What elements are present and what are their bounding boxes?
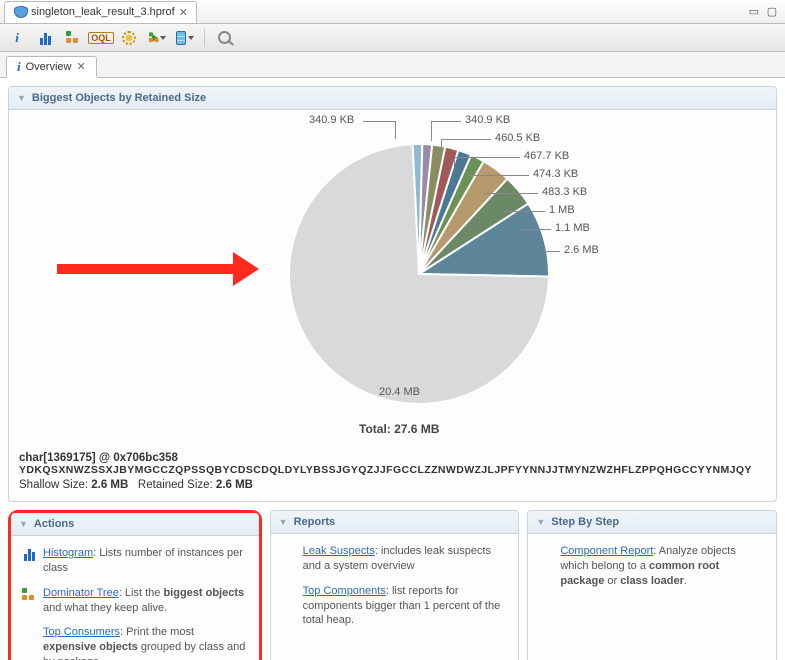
pie-chart[interactable] xyxy=(279,134,559,414)
reports-section: ▼ Reports Leak Suspects: includes leak s… xyxy=(270,510,520,660)
section-header[interactable]: ▼ Biggest Objects by Retained Size xyxy=(9,87,776,110)
section-title: Reports xyxy=(294,516,336,528)
slice-label: 460.5 KB xyxy=(495,132,540,144)
tree-icon xyxy=(21,587,37,603)
section-header[interactable]: ▼ Actions xyxy=(11,513,259,536)
section-header[interactable]: ▼ Reports xyxy=(271,511,519,534)
close-icon[interactable]: ✕ xyxy=(179,6,188,19)
overview-tab[interactable]: i Overview ✕ xyxy=(6,56,97,78)
annotation-arrow xyxy=(57,264,237,274)
dominator-tree-link[interactable]: Dominator Tree xyxy=(43,587,119,599)
info-icon: i xyxy=(17,59,21,75)
gear-icon xyxy=(122,31,136,45)
content-area: ▼ Biggest Objects by Retained Size 340.9… xyxy=(0,78,785,660)
histogram-link[interactable]: Histogram xyxy=(43,547,93,559)
close-icon[interactable]: ✕ xyxy=(76,60,85,73)
biggest-objects-section: ▼ Biggest Objects by Retained Size 340.9… xyxy=(8,86,777,502)
chevron-down-icon xyxy=(188,36,194,40)
search-icon xyxy=(218,31,231,44)
section-title: Step By Step xyxy=(551,516,619,528)
slice-label: 467.7 KB xyxy=(524,150,569,162)
oql-button[interactable]: OQL xyxy=(92,29,110,47)
group-button[interactable] xyxy=(176,29,194,47)
slice-label: 483.3 KB xyxy=(542,186,587,198)
chevron-down-icon: ▼ xyxy=(279,517,288,527)
section-title: Biggest Objects by Retained Size xyxy=(32,92,206,104)
component-report-link[interactable]: Component Report xyxy=(560,545,653,557)
object-value: YDKQSXNWZSSXJBYMGCCZQPSSQBYCDSCDQLDYLYBS… xyxy=(19,464,766,476)
section-title: Actions xyxy=(34,518,74,530)
toolbar-separator xyxy=(204,29,205,47)
heap-dump-icon xyxy=(13,5,27,19)
top-consumers-link[interactable]: Top Consumers xyxy=(43,626,120,638)
bottom-panels: ▼ Actions Histogram: Lists number of ins… xyxy=(8,510,777,660)
slice-label: 474.3 KB xyxy=(533,168,578,180)
retained-size-value: 2.6 MB xyxy=(216,479,253,491)
slice-label: 20.4 MB xyxy=(379,386,420,398)
slice-label: 2.6 MB xyxy=(564,244,599,256)
slice-label: 340.9 KB xyxy=(465,114,510,126)
slice-label: 340.9 KB xyxy=(309,114,354,126)
shallow-size-value: 2.6 MB xyxy=(91,479,128,491)
shallow-size-label: Shallow Size: xyxy=(19,479,88,491)
actions-section: ▼ Actions Histogram: Lists number of ins… xyxy=(8,510,262,660)
pie-chart-area: 340.9 KB 340.9 KB 460.5 KB 467.7 KB 474.… xyxy=(19,114,766,424)
top-components-link[interactable]: Top Components xyxy=(303,585,386,597)
step-by-step-section: ▼ Step By Step Component Report: Analyze… xyxy=(527,510,777,660)
chevron-down-icon: ▼ xyxy=(19,519,28,529)
maximize-icon[interactable]: ▢ xyxy=(765,5,779,19)
histogram-icon xyxy=(24,547,35,561)
toolbar: i OQL xyxy=(0,24,785,52)
retained-size-label: Retained Size: xyxy=(138,479,213,491)
view-tab-bar: i Overview ✕ xyxy=(0,52,785,78)
editor-tab-title: singleton_leak_result_3.hprof xyxy=(31,6,175,18)
overview-tab-label: Overview xyxy=(26,61,72,73)
overview-button[interactable]: i xyxy=(8,29,26,47)
minimize-icon[interactable]: ▭ xyxy=(747,5,761,19)
settings-button[interactable] xyxy=(120,29,138,47)
chevron-down-icon xyxy=(160,36,166,40)
object-id: char[1369175] @ 0x706bc358 xyxy=(19,452,766,464)
object-detail: char[1369175] @ 0x706bc358 YDKQSXNWZSSXJ… xyxy=(19,452,766,491)
chevron-down-icon: ▼ xyxy=(536,517,545,527)
editor-tab[interactable]: singleton_leak_result_3.hprof ✕ xyxy=(4,1,197,23)
editor-tab-bar: singleton_leak_result_3.hprof ✕ ▭ ▢ xyxy=(0,0,785,24)
leak-suspects-link[interactable]: Leak Suspects xyxy=(303,545,375,557)
chevron-down-icon: ▼ xyxy=(17,93,26,103)
section-header[interactable]: ▼ Step By Step xyxy=(528,511,776,534)
slice-label: 1.1 MB xyxy=(555,222,590,234)
search-button[interactable] xyxy=(215,29,233,47)
chart-total: Total: 27.6 MB xyxy=(359,422,439,436)
dominator-tree-button[interactable] xyxy=(64,29,82,47)
slice-label: 1 MB xyxy=(549,204,575,216)
run-report-button[interactable] xyxy=(148,29,166,47)
histogram-button[interactable] xyxy=(36,29,54,47)
